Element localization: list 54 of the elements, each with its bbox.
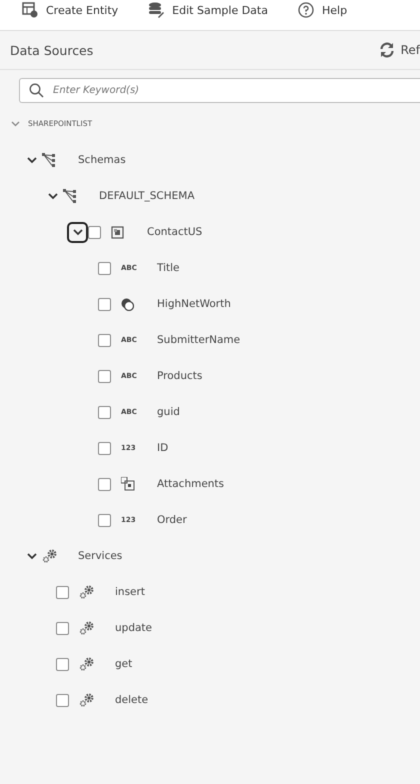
checkbox[interactable] [56,622,69,634]
toggle-circle-icon [121,298,134,310]
hierarchy-icon [63,189,77,203]
refresh-button[interactable]: Ref [378,42,420,58]
chevron-icon[interactable] [27,552,37,560]
toolbar-button[interactable]: Create Entity [22,0,118,20]
tree-item[interactable]: insert [115,586,145,598]
chevron-icon[interactable] [27,156,37,164]
chevron-icon[interactable] [48,192,58,200]
hierarchy-icon [42,153,56,167]
tree-item[interactable]: update [115,622,152,634]
tree-item[interactable]: Schemas [78,154,126,166]
checkbox[interactable] [98,442,111,454]
tree-item[interactable]: ContactUS [147,226,202,238]
tree-item[interactable]: ID [157,442,168,454]
table-add-icon [22,2,38,18]
attachment-icon [121,477,135,491]
checkbox[interactable] [56,658,69,670]
checkbox[interactable] [98,334,111,346]
gears-icon [79,693,94,707]
gears-icon [79,657,94,671]
tree-item[interactable]: SubmitterName [157,334,240,346]
tree-item[interactable]: Title [157,262,180,274]
tree-item[interactable]: Order [157,514,187,526]
search-icon [29,83,44,98]
gears-icon [42,549,57,563]
entity-icon [111,226,124,238]
search-field[interactable]: Enter Keyword(s) [19,78,420,103]
checkbox[interactable] [98,478,111,490]
checkbox[interactable] [98,262,111,274]
checkbox[interactable] [98,298,111,310]
checkbox[interactable] [98,514,111,526]
toolbar-button[interactable]: Help [298,0,348,20]
help-icon [298,2,314,18]
tree-item[interactable]: Attachments [157,478,224,490]
tree-item[interactable]: DEFAULT_SCHEMA [99,190,194,202]
checkbox[interactable] [56,586,69,598]
tree-item[interactable]: guid [157,406,180,418]
tree-item[interactable]: delete [115,694,148,706]
database-icon [148,2,164,18]
checkbox[interactable] [98,370,111,382]
refresh-icon [378,42,395,58]
checkbox[interactable] [98,406,111,418]
checkbox[interactable] [56,694,69,706]
checkbox[interactable] [88,226,101,238]
tree-item[interactable]: Services [78,550,122,562]
tree-item[interactable]: Products [157,370,202,382]
tree-item[interactable]: HighNetWorth [157,298,231,310]
chevron-icon[interactable] [72,228,82,236]
tree-item[interactable]: get [115,658,132,670]
gears-icon [79,585,94,599]
toolbar-button[interactable]: Edit Sample Data [148,0,268,20]
panel-title: Data Sources [10,42,94,58]
gears-icon [79,621,94,635]
